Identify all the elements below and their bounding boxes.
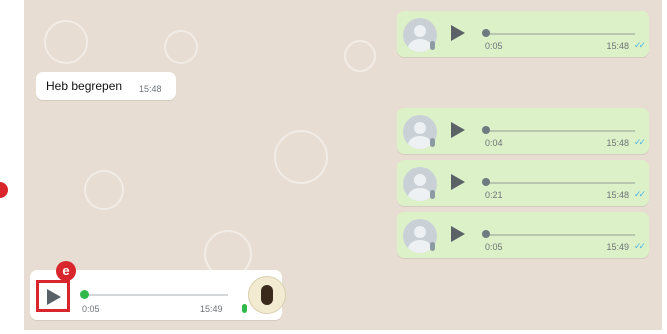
chat-panel: 0:05 15:48 ✓✓ Heb begrepen 15:48 0:04 15… [24, 0, 662, 330]
play-icon[interactable] [451, 25, 465, 41]
play-icon[interactable] [451, 122, 465, 138]
voice-message-outgoing[interactable]: 0:05 15:48 ✓✓ [397, 11, 649, 57]
mic-icon [430, 138, 435, 147]
play-button-highlight[interactable] [36, 280, 70, 312]
audio-progress-knob[interactable] [482, 178, 490, 186]
message-time: 15:49 [200, 304, 223, 314]
left-margin [0, 0, 24, 334]
play-icon[interactable] [451, 174, 465, 190]
read-receipt-icon: ✓✓ [633, 137, 646, 147]
play-icon[interactable] [47, 289, 61, 305]
mic-icon [430, 41, 435, 50]
play-icon[interactable] [451, 226, 465, 242]
message-time: 15:49 [606, 242, 629, 252]
audio-progress-track[interactable] [86, 294, 228, 296]
wallpaper-doodle [344, 40, 376, 72]
message-time: 15:48 [606, 41, 629, 51]
audio-progress-knob[interactable] [482, 230, 490, 238]
wallpaper-doodle [44, 20, 88, 64]
mic-icon [242, 304, 247, 313]
audio-progress-track[interactable] [485, 182, 635, 184]
audio-progress-knob[interactable] [482, 126, 490, 134]
audio-progress-knob[interactable] [482, 29, 490, 37]
message-time: 15:48 [606, 190, 629, 200]
audio-progress-track[interactable] [485, 33, 635, 35]
read-receipt-icon: ✓✓ [633, 189, 646, 199]
wallpaper-doodle [84, 170, 124, 210]
message-time: 15:48 [606, 138, 629, 148]
annotation-label: e [56, 261, 76, 281]
text-message-incoming[interactable]: Heb begrepen 15:48 [36, 72, 176, 100]
voice-message-incoming[interactable]: e 0:05 15:49 [30, 261, 286, 320]
voice-message-outgoing[interactable]: 0:21 15:48 ✓✓ [397, 160, 649, 206]
mic-icon [430, 190, 435, 199]
voice-duration: 0:05 [485, 41, 503, 51]
read-receipt-icon: ✓✓ [633, 241, 646, 251]
wallpaper-doodle [274, 130, 328, 184]
read-receipt-icon: ✓✓ [633, 40, 646, 50]
voice-message-outgoing[interactable]: 0:04 15:48 ✓✓ [397, 108, 649, 154]
message-text: Heb begrepen [46, 79, 123, 93]
voice-message-outgoing[interactable]: 0:05 15:49 ✓✓ [397, 212, 649, 258]
message-time: 15:48 [139, 84, 162, 94]
wallpaper-doodle [164, 30, 198, 64]
voice-duration: 0:21 [485, 190, 503, 200]
mic-icon [430, 242, 435, 251]
sender-sticker-avatar [248, 276, 286, 314]
audio-progress-track[interactable] [485, 234, 635, 236]
audio-progress-knob[interactable] [80, 290, 89, 299]
audio-progress-track[interactable] [485, 130, 635, 132]
right-margin [662, 0, 667, 334]
voice-duration: 0:05 [485, 242, 503, 252]
voice-duration: 0:05 [82, 304, 100, 314]
voice-duration: 0:04 [485, 138, 503, 148]
